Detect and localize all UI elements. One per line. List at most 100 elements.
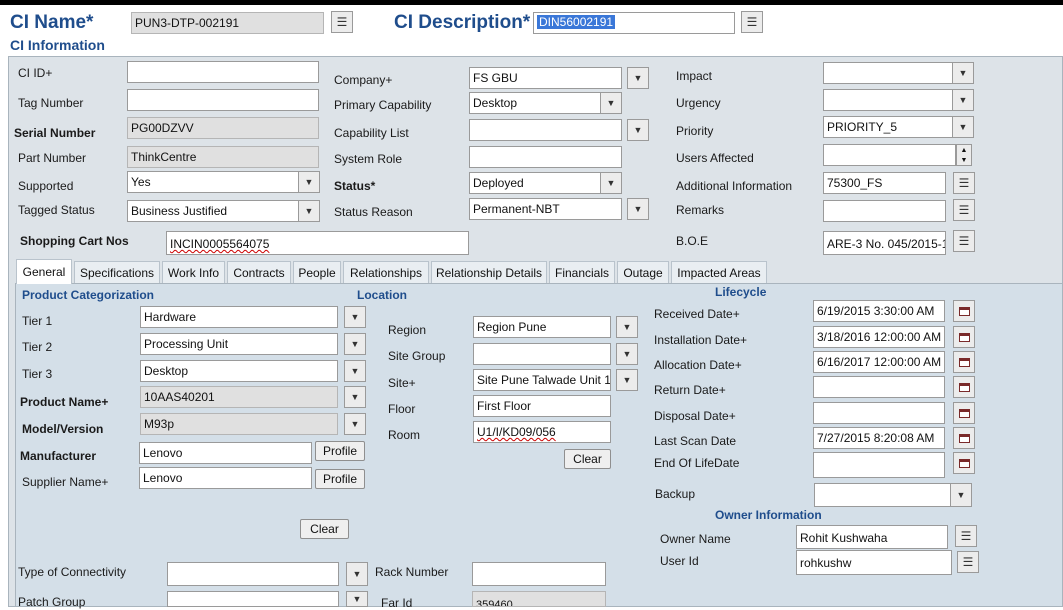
tab-financials[interactable]: Financials xyxy=(549,261,615,283)
ci-description-menu-icon[interactable]: ☰ xyxy=(741,11,763,33)
boe-menu-icon[interactable]: ☰ xyxy=(953,230,975,252)
last-scan-calendar-icon[interactable] xyxy=(953,427,975,449)
tagged-status-chevron-down-icon[interactable]: ▼ xyxy=(298,200,320,222)
tier1-chevron-down-icon[interactable]: ▼ xyxy=(344,306,366,328)
connectivity-select[interactable] xyxy=(167,562,339,586)
capability-list-select[interactable] xyxy=(469,119,622,141)
owner-name-field[interactable]: Rohit Kushwaha xyxy=(796,525,948,549)
installation-date-field[interactable]: 3/18/2016 12:00:00 AM xyxy=(813,326,945,348)
supported-chevron-down-icon[interactable]: ▼ xyxy=(298,171,320,193)
tab-work-info[interactable]: Work Info xyxy=(162,261,225,283)
tier3-select[interactable]: Desktop xyxy=(140,360,338,382)
disposal-calendar-icon[interactable] xyxy=(953,402,975,424)
urgency-chevron-down-icon[interactable]: ▼ xyxy=(952,89,974,111)
tier1-select[interactable]: Hardware xyxy=(140,306,338,328)
region-chevron-down-icon[interactable]: ▼ xyxy=(616,316,638,338)
backup-select[interactable] xyxy=(814,483,951,507)
product-name-select[interactable]: 10AAS40201 xyxy=(140,386,338,408)
allocation-calendar-icon[interactable] xyxy=(953,351,975,373)
ci-id-field[interactable] xyxy=(127,61,319,83)
priority-chevron-down-icon[interactable]: ▼ xyxy=(952,116,974,138)
region-select[interactable]: Region Pune xyxy=(473,316,611,338)
users-affected-stepper[interactable]: ▲ ▼ xyxy=(956,144,972,166)
room-field[interactable]: U1/I/KD09/056 xyxy=(473,421,611,443)
model-version-chevron-down-icon[interactable]: ▼ xyxy=(344,413,366,435)
owner-name-menu-icon[interactable]: ☰ xyxy=(955,525,977,547)
patch-group-chevron-down-icon[interactable]: ▼ xyxy=(346,591,368,607)
product-categorization-title: Product Categorization xyxy=(22,288,155,302)
received-calendar-icon[interactable] xyxy=(953,300,975,322)
tier2-chevron-down-icon[interactable]: ▼ xyxy=(344,333,366,355)
product-clear-button[interactable]: Clear xyxy=(300,519,349,539)
end-of-life-field[interactable] xyxy=(813,452,945,478)
connectivity-chevron-down-icon[interactable]: ▼ xyxy=(346,562,368,586)
status-reason-select[interactable]: Permanent-NBT xyxy=(469,198,622,220)
primary-capability-select[interactable]: Desktop xyxy=(469,92,601,114)
model-version-select[interactable]: M93p xyxy=(140,413,338,435)
tag-number-field[interactable] xyxy=(127,89,319,111)
capability-list-chevron-down-icon[interactable]: ▼ xyxy=(627,119,649,141)
primary-capability-chevron-down-icon[interactable]: ▼ xyxy=(600,92,622,114)
installation-calendar-icon[interactable] xyxy=(953,326,975,348)
boe-field[interactable]: ARE-3 No. 045/2015-1 xyxy=(823,231,946,255)
urgency-select[interactable] xyxy=(823,89,953,111)
company-select[interactable]: FS GBU xyxy=(469,67,622,89)
status-reason-chevron-down-icon[interactable]: ▼ xyxy=(627,198,649,220)
impact-label: Impact xyxy=(676,69,713,83)
shopping-cart-field[interactable]: INCIN0005564075 xyxy=(166,231,469,255)
part-number-field[interactable]: ThinkCentre xyxy=(127,146,319,168)
site-group-chevron-down-icon[interactable]: ▼ xyxy=(616,343,638,365)
tab-relationships[interactable]: Relationships xyxy=(343,261,429,283)
tab-general[interactable]: General xyxy=(16,259,72,284)
ci-name-field[interactable]: PUN3-DTP-002191 xyxy=(131,12,324,34)
users-affected-field[interactable] xyxy=(823,144,956,166)
company-chevron-down-icon[interactable]: ▼ xyxy=(627,67,649,89)
tab-outage[interactable]: Outage xyxy=(617,261,669,283)
ci-description-field[interactable]: DIN56002191 xyxy=(533,12,735,34)
impact-chevron-down-icon[interactable]: ▼ xyxy=(952,62,974,84)
manufacturer-field[interactable]: Lenovo xyxy=(139,442,312,464)
tab-people[interactable]: People xyxy=(293,261,341,283)
received-date-field[interactable]: 6/19/2015 3:30:00 AM xyxy=(813,300,945,322)
tab-specifications[interactable]: Specifications xyxy=(74,261,160,283)
supplier-name-field[interactable]: Lenovo xyxy=(139,467,312,489)
site-select[interactable]: Site Pune Talwade Unit 1 xyxy=(473,369,611,391)
far-id-field[interactable]: 359460 xyxy=(472,591,606,607)
backup-chevron-down-icon[interactable]: ▼ xyxy=(950,483,972,507)
tab-contracts[interactable]: Contracts xyxy=(227,261,291,283)
manufacturer-profile-button[interactable]: Profile xyxy=(315,441,365,461)
tab-relationship-details[interactable]: Relationship Details xyxy=(431,261,547,283)
floor-field[interactable]: First Floor xyxy=(473,395,611,417)
status-chevron-down-icon[interactable]: ▼ xyxy=(600,172,622,194)
serial-number-field[interactable]: PG00DZVV xyxy=(127,117,319,139)
site-chevron-down-icon[interactable]: ▼ xyxy=(616,369,638,391)
location-clear-button[interactable]: Clear xyxy=(564,449,611,469)
supplier-profile-button[interactable]: Profile xyxy=(315,469,365,489)
rack-number-field[interactable] xyxy=(472,562,606,586)
return-calendar-icon[interactable] xyxy=(953,376,975,398)
return-date-field[interactable] xyxy=(813,376,945,398)
remarks-field[interactable] xyxy=(823,200,946,222)
supported-select[interactable]: Yes xyxy=(127,171,299,193)
status-select[interactable]: Deployed xyxy=(469,172,601,194)
user-id-field[interactable]: rohkushw xyxy=(796,550,952,575)
user-id-menu-icon[interactable]: ☰ xyxy=(957,551,979,573)
tagged-status-select[interactable]: Business Justified xyxy=(127,200,299,222)
end-of-life-calendar-icon[interactable] xyxy=(953,452,975,474)
disposal-date-field[interactable] xyxy=(813,402,945,424)
last-scan-date-field[interactable]: 7/27/2015 8:20:08 AM xyxy=(813,427,945,449)
allocation-date-field[interactable]: 6/16/2017 12:00:00 AM xyxy=(813,351,945,373)
product-name-chevron-down-icon[interactable]: ▼ xyxy=(344,386,366,408)
ci-name-menu-icon[interactable]: ☰ xyxy=(331,11,353,33)
tier2-select[interactable]: Processing Unit xyxy=(140,333,338,355)
system-role-field[interactable] xyxy=(469,146,622,168)
impact-select[interactable] xyxy=(823,62,953,84)
tab-impacted-areas[interactable]: Impacted Areas xyxy=(671,261,767,283)
patch-group-select[interactable] xyxy=(167,591,339,607)
priority-select[interactable]: PRIORITY_5 xyxy=(823,116,953,138)
tier3-chevron-down-icon[interactable]: ▼ xyxy=(344,360,366,382)
remarks-menu-icon[interactable]: ☰ xyxy=(953,199,975,221)
additional-info-menu-icon[interactable]: ☰ xyxy=(953,172,975,194)
site-group-select[interactable] xyxy=(473,343,611,365)
additional-info-field[interactable]: 75300_FS xyxy=(823,172,946,194)
